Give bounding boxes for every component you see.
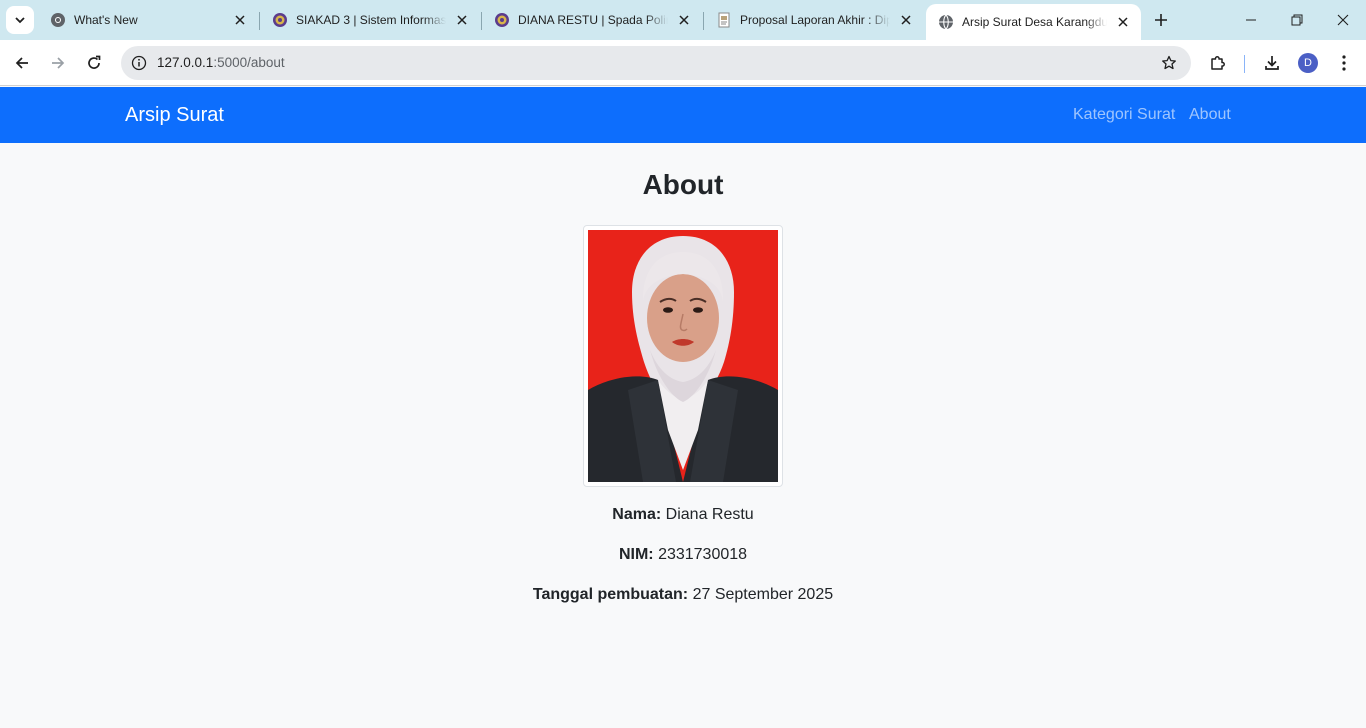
close-window-button[interactable] [1320, 0, 1366, 40]
puzzle-icon [1211, 56, 1225, 70]
nim-label: NIM: [618, 546, 654, 563]
restore-button[interactable] [1274, 0, 1320, 40]
site-info-icon[interactable] [129, 53, 149, 73]
tab-strip: What's New SIAKAD 3 | Sistem Informasi D… [0, 0, 1366, 40]
nav-link-kategori-surat[interactable]: Kategori Surat [1073, 106, 1175, 124]
arrow-right-icon [52, 57, 65, 69]
browser-menu-button[interactable] [1330, 49, 1358, 77]
tab-spada[interactable]: DIANA RESTU | Spada Poline [482, 4, 702, 36]
nim-line: NIM: 2331730018 [0, 546, 1366, 564]
forward-button[interactable] [44, 49, 72, 77]
close-icon[interactable] [230, 10, 250, 30]
minimize-icon [1246, 19, 1256, 21]
tab-title: SIAKAD 3 | Sistem Informasi [296, 13, 446, 27]
nama-line: Nama: Diana Restu [0, 506, 1366, 524]
url-path: :5000/about [213, 55, 285, 70]
profile-avatar[interactable]: D [1298, 53, 1318, 73]
globe-icon [938, 14, 954, 30]
restore-icon [1291, 14, 1303, 26]
close-icon[interactable] [452, 10, 472, 30]
minimize-button[interactable] [1228, 0, 1274, 40]
downloads-button[interactable] [1258, 49, 1286, 77]
nim-value: 2331730018 [658, 546, 748, 563]
nama-value: Diana Restu [665, 506, 754, 523]
download-icon [1265, 56, 1279, 70]
address-bar[interactable]: 127.0.0.1:5000/about [121, 46, 1191, 80]
kebab-menu-icon [1342, 55, 1346, 71]
arrow-left-icon [15, 57, 28, 69]
close-icon[interactable] [896, 10, 916, 30]
back-button[interactable] [8, 49, 36, 77]
close-icon [1337, 14, 1349, 26]
tab-search-button[interactable] [6, 6, 34, 34]
tab-title: Arsip Surat Desa Karangdure [962, 15, 1107, 29]
nama-label: Nama: [612, 506, 662, 523]
university-logo-icon [494, 12, 510, 28]
tab-arsip-surat[interactable]: Arsip Surat Desa Karangdure [926, 4, 1141, 40]
tab-siakad[interactable]: SIAKAD 3 | Sistem Informasi [260, 4, 480, 36]
chrome-icon [50, 12, 66, 28]
tab-whats-new[interactable]: What's New [38, 4, 258, 36]
reload-icon [88, 55, 101, 69]
new-tab-button[interactable] [1149, 8, 1173, 32]
close-icon[interactable] [1113, 12, 1133, 32]
url-text[interactable]: 127.0.0.1:5000/about [157, 55, 285, 70]
tab-proposal[interactable]: Proposal Laporan Akhir : Dip [704, 4, 924, 36]
navbar-brand[interactable]: Arsip Surat [125, 104, 224, 127]
tab-title: What's New [74, 13, 138, 27]
page-title: About [642, 169, 724, 200]
bookmark-star-icon[interactable] [1159, 53, 1179, 73]
close-icon[interactable] [674, 10, 694, 30]
document-icon [716, 12, 732, 28]
tanggal-line: Tanggal pembuatan: 27 September 2025 [0, 586, 1366, 604]
extensions-button[interactable] [1204, 49, 1232, 77]
url-host: 127.0.0.1 [157, 55, 214, 70]
reload-button[interactable] [80, 49, 108, 77]
tanggal-value: 27 September 2025 [692, 586, 834, 603]
university-logo-icon [272, 12, 288, 28]
profile-photo [588, 230, 778, 482]
tab-title: Proposal Laporan Akhir : Dip [740, 13, 890, 27]
nav-link-about[interactable]: About [1189, 106, 1231, 124]
chevron-down-icon [15, 17, 25, 24]
tanggal-label: Tanggal pembuatan: [532, 586, 689, 603]
main-content: About Nama: Diana Restu NIM: 2331730018 … [0, 143, 1366, 728]
toolbar-divider [1244, 55, 1245, 73]
plus-icon [1155, 14, 1167, 26]
browser-toolbar: 127.0.0.1:5000/about [0, 40, 1366, 86]
tab-title: DIANA RESTU | Spada Poline [518, 13, 668, 27]
profile-photo-frame [583, 225, 783, 487]
navbar: Arsip Surat Kategori Surat About [0, 87, 1366, 143]
